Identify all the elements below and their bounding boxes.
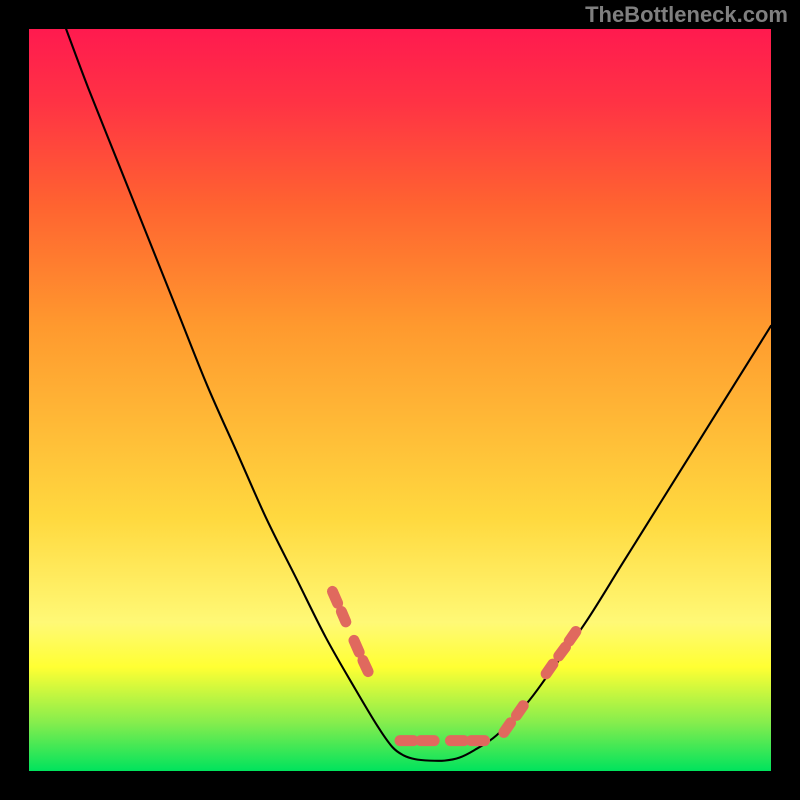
- dash-segment: [504, 723, 511, 733]
- dash-segment: [354, 640, 359, 652]
- chart-container: TheBottleneck.com: [0, 0, 800, 800]
- curve-dashed-segments: [332, 591, 575, 740]
- dash-segment: [559, 647, 566, 656]
- dash-segment: [341, 611, 345, 621]
- dash-segment: [516, 706, 523, 716]
- dash-segment: [546, 664, 553, 674]
- dash-segment: [332, 591, 337, 603]
- dash-segment: [363, 660, 368, 671]
- curve-layer: [29, 29, 771, 771]
- bottleneck-curve: [66, 29, 771, 761]
- watermark-text: TheBottleneck.com: [585, 2, 788, 28]
- dash-segment: [569, 632, 576, 642]
